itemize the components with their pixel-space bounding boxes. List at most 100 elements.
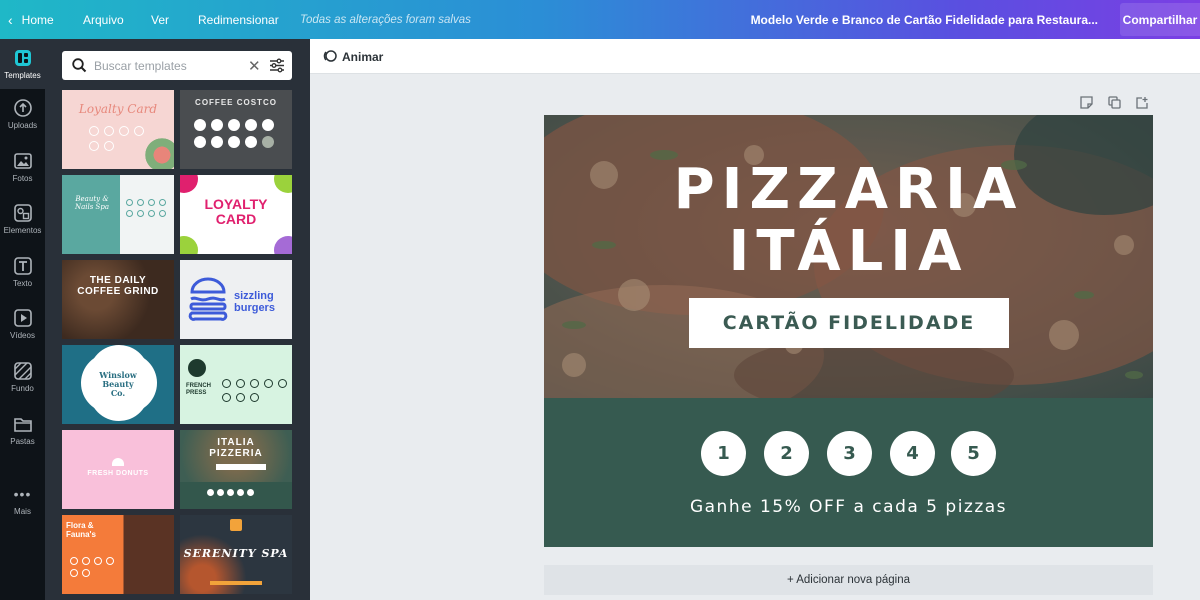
template-thumbnail[interactable]: Loyalty Card [62,90,174,169]
template-thumbnail[interactable]: Flora & Fauna's [62,515,174,594]
side-rail: Templates Uploads Fotos Elementos Texto [0,39,45,600]
template-title: THE DAILY COFFEE GRIND [77,275,159,297]
rail-label: Uploads [7,120,38,130]
template-thumbnail[interactable]: FRENCH PRESS [180,345,292,424]
template-title: Winslow Beauty Co. [99,370,137,398]
template-title: LOYALTY CARD [204,196,268,227]
template-thumbnail[interactable]: Winslow Beauty Co. [62,345,174,424]
search-input[interactable] [94,57,234,74]
view-menu[interactable]: Ver [151,0,169,39]
card-title-line1: PIZZARIA [673,157,1024,222]
stamp-circle: 2 [764,431,809,476]
note-icon[interactable] [1078,94,1094,110]
template-thumbnail[interactable]: sizzling burgers [180,260,292,339]
card-title-line2: ITÁLIA [728,219,969,284]
rail-item-elements[interactable]: Elementos [0,194,45,244]
stamp-circle: 5 [951,431,996,476]
template-thumbnail[interactable]: COFFEE COSTCO [180,90,292,169]
video-icon [13,308,32,327]
rail-label: Texto [12,278,33,288]
stamp-row [207,489,254,496]
template-title: Loyalty Card [78,102,158,116]
template-title: FRESH DONUTS [87,470,149,477]
rail-label: Elementos [3,225,42,235]
rail-item-more[interactable]: ••• Mais [0,475,45,525]
animate-label: Animar [342,50,384,64]
template-thumbnail[interactable]: SERENITY SPA [180,515,292,594]
template-title: Beauty & Nails Spa [74,195,110,211]
editor-toolbar: Animar [310,39,1200,74]
top-bar: ‹ Home Arquivo Ver Redimensionar Todas a… [0,0,1200,39]
rail-item-photos[interactable]: Fotos [0,142,45,192]
clear-icon[interactable]: ✕ [248,57,261,75]
templates-icon [14,49,32,67]
photo-icon [13,152,32,170]
stamp-circle: 3 [827,431,872,476]
template-title: COFFEE COSTCO [195,98,277,107]
stamp-grid [126,199,168,217]
stamp-grid [194,119,279,148]
rail-label: Fotos [12,173,33,183]
add-page-button[interactable]: + Adicionar nova página [544,565,1153,595]
page-actions [1078,94,1150,110]
background-icon [13,361,32,380]
stamp-grid [89,126,147,151]
rail-label: Vídeos [10,330,35,340]
chevron-left-icon: ‹ [8,11,13,28]
card-offer-text: Ganhe 15% OFF a cada 5 pizzas [689,497,1008,517]
template-thumbnail[interactable]: LOYALTY CARD [180,175,292,254]
editor-area: Animar PIZZARIA ITÁLIA CARTÃO FIDELIDADE… [310,39,1200,600]
add-page-icon[interactable] [1134,94,1150,110]
card-banner: CARTÃO FIDELIDADE [689,298,1009,348]
template-thumbnail[interactable]: FRESH DONUTS [62,430,174,509]
press-icon [188,359,206,377]
template-thumbnail[interactable]: THE DAILY COFFEE GRIND [62,260,174,339]
search-icon [72,58,87,78]
folder-icon [13,415,32,433]
rail-item-background[interactable]: Fundo [0,352,45,402]
rail-item-videos[interactable]: Vídeos [0,299,45,349]
flower-decoration [144,134,174,169]
template-thumbnail[interactable]: ITALIA PIZZERIA [180,430,292,509]
rail-item-folders[interactable]: Pastas [0,405,45,455]
text-icon [13,256,32,275]
rail-item-uploads[interactable]: Uploads [0,89,45,139]
design-page[interactable]: PIZZARIA ITÁLIA CARTÃO FIDELIDADE 1 2 3 … [544,115,1153,547]
duplicate-icon[interactable] [1106,94,1122,110]
upload-icon [13,98,32,117]
stamp-grid [222,379,288,402]
donut-icon [112,458,124,466]
animate-button[interactable]: Animar [323,47,383,67]
shapes-icon [13,203,32,222]
document-title[interactable]: Modelo Verde e Branco de Cartão Fidelida… [751,0,1098,39]
rail-item-templates[interactable]: Templates [0,39,45,89]
spa-logo-icon [230,519,242,531]
template-title: SERENITY SPA [183,547,289,560]
canva-editor: ‹ Home Arquivo Ver Redimensionar Todas a… [0,0,1200,600]
save-status: Todas as alterações foram salvas [300,13,471,26]
animate-icon [323,49,337,66]
rail-label: Mais [14,506,31,516]
rail-item-text[interactable]: Texto [0,247,45,297]
stamp-circle: 4 [890,431,935,476]
template-title: FRENCH PRESS [186,383,211,396]
home-label: Home [21,12,54,27]
home-button[interactable]: ‹ Home [8,0,54,39]
card-stamp-section: 1 2 3 4 5 Ganhe 15% OFF a cada 5 pizzas [544,398,1153,547]
stamp-circle: 1 [701,431,746,476]
template-thumbnail[interactable]: Beauty & Nails Spa [62,175,174,254]
share-button[interactable]: Compartilhar [1120,3,1200,36]
rail-label: Templates [4,70,41,80]
templates-panel: ✕ Loyalty Card COFFEE COSTCO Beauty & Na… [45,39,310,600]
burger-icon [188,274,228,329]
more-icon: ••• [13,485,32,502]
rail-label: Fundo [11,383,34,393]
template-title: ITALIA PIZZERIA [209,437,263,459]
template-title: sizzling burgers [234,290,275,314]
resize-menu[interactable]: Redimensionar [198,0,279,39]
filter-icon[interactable] [269,58,285,78]
stamp-grid [70,557,120,577]
file-menu[interactable]: Arquivo [83,0,124,39]
template-title: Flora & Fauna's [66,521,96,539]
search-box: ✕ [62,51,292,80]
